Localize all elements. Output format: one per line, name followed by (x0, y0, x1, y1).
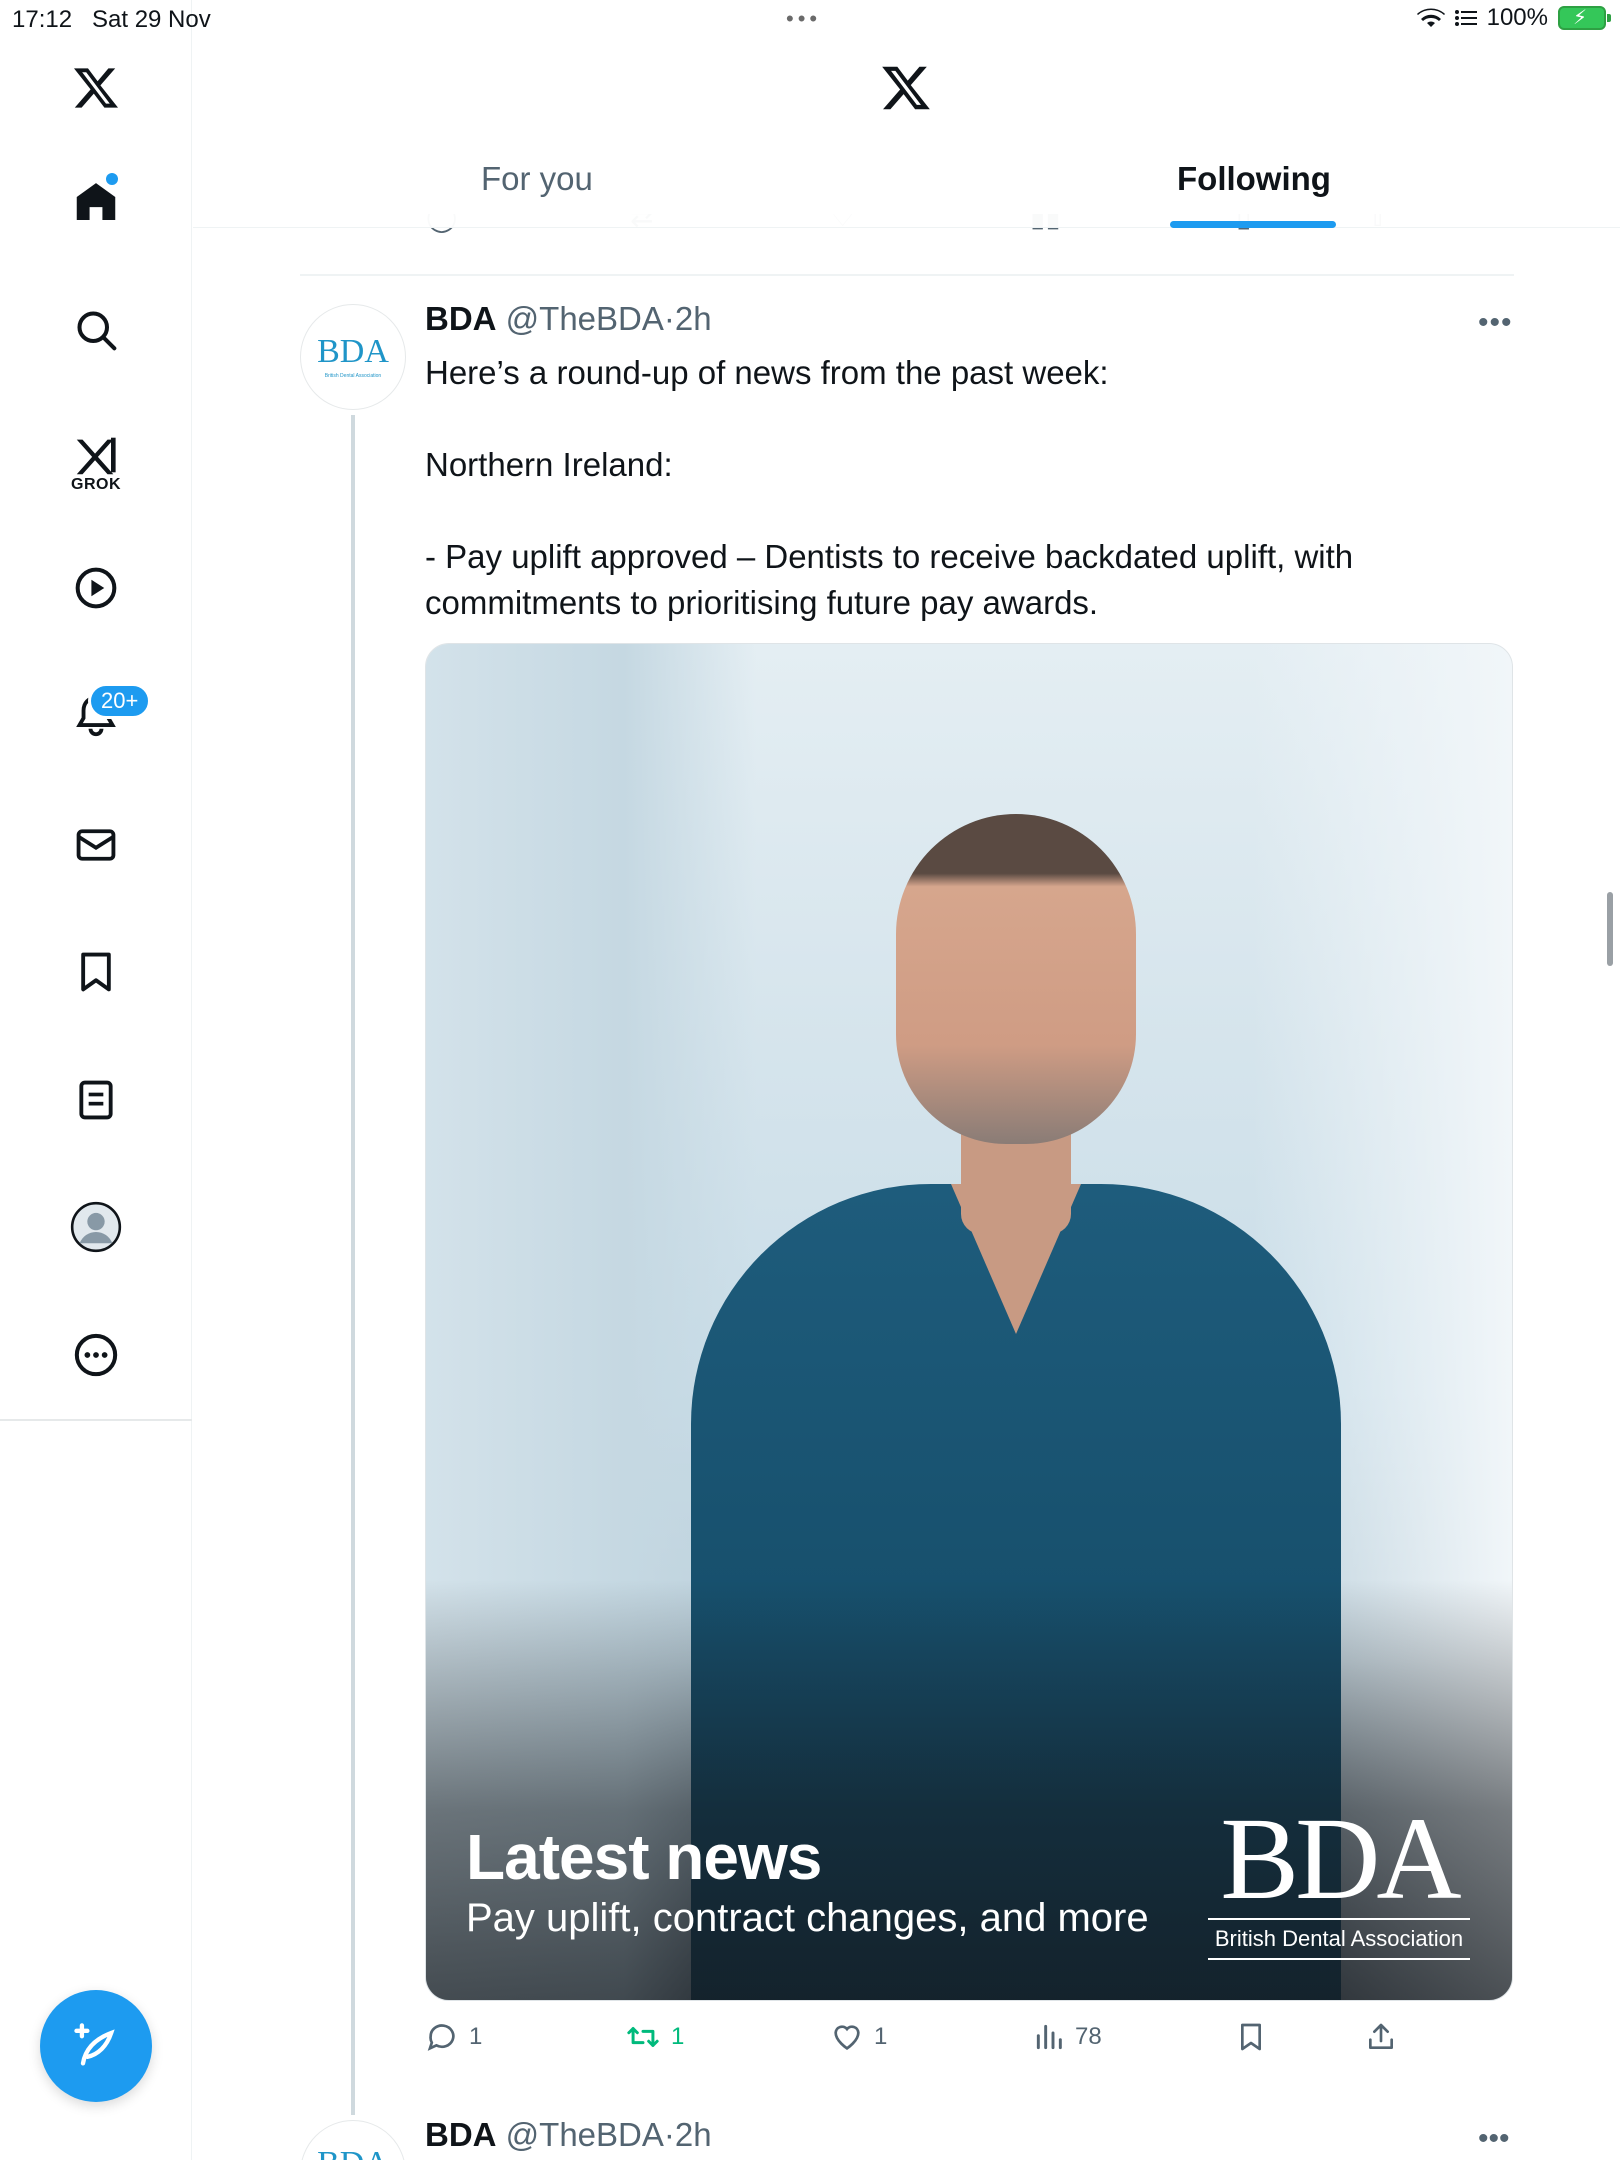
compose-button[interactable] (40, 1990, 152, 2102)
next-tweet-dot-separator: · (663, 2116, 675, 2153)
share-icon (1369, 2023, 1393, 2049)
compose-icon (74, 2023, 115, 2066)
like-count: 1 (874, 2023, 888, 2050)
battery-icon: ⚡ (1558, 6, 1611, 30)
nav-divider (0, 1419, 192, 1421)
avatar-logo-text: BDA (317, 333, 389, 370)
repost-count: 1 (671, 2023, 685, 2050)
next-tweet-author-handle[interactable]: @TheBDA (506, 2116, 664, 2153)
next-tweet-avatar[interactable]: BDA (300, 2120, 406, 2160)
reply-count: 1 (469, 2023, 483, 2050)
reply-icon (427, 2024, 455, 2051)
tweet-text-line (425, 396, 1435, 442)
tab-for-you[interactable]: For you (481, 160, 593, 198)
play-icon (75, 567, 117, 609)
tweet-text-line: Northern Ireland: (425, 446, 673, 483)
share-button[interactable] (1365, 2020, 1397, 2054)
search-icon (77, 311, 117, 351)
tab-following[interactable]: Following (1177, 160, 1331, 198)
sidebar-item-messages[interactable] (56, 805, 136, 885)
status-date: Sat 29 Nov (92, 6, 211, 33)
tweet-more-icon[interactable]: ••• (1478, 306, 1513, 340)
tweet-text-line (425, 488, 1435, 534)
x-logo-icon[interactable] (56, 48, 136, 128)
tweet-separator (300, 274, 1514, 276)
tweet-avatar[interactable]: BDA British Dental Association (300, 304, 406, 410)
x-logo-header-icon[interactable] (879, 62, 933, 119)
heart-icon (834, 2025, 860, 2050)
list-icon (79, 1080, 113, 1120)
media-logo-rule (1208, 1958, 1470, 1960)
next-avatar-logo-text: BDA (317, 2145, 389, 2160)
status-time: 17:12 (12, 6, 73, 33)
tweet-author-name[interactable]: BDA (425, 300, 497, 337)
scrollbar-thumb[interactable] (1607, 892, 1613, 966)
sidebar-item-profile[interactable] (56, 1187, 136, 1267)
tweet-media-image[interactable]: Latest news Pay uplift, contract changes… (425, 643, 1513, 2001)
reply-button[interactable]: 1 (425, 2020, 482, 2054)
views-icon (1036, 2024, 1062, 2050)
sidebar-item-home[interactable] (56, 162, 136, 242)
tweet-author-handle[interactable]: @TheBDA (506, 300, 664, 337)
home-unread-dot (106, 173, 118, 185)
media-logo-big: BDA (1220, 1793, 1461, 1924)
repost-icon (627, 2027, 659, 2047)
media-logo-small: British Dental Association (1214, 1926, 1464, 1951)
views-count: 78 (1075, 2023, 1102, 2050)
bookmark-icon (1241, 2023, 1261, 2051)
next-tweet-author-name[interactable]: BDA (425, 2116, 497, 2153)
tweet-text-line: - Pay uplift approved – Dentists to rece… (425, 538, 1354, 621)
next-tweet-header: BDA @TheBDA·2h (425, 2116, 712, 2154)
sidebar-nav: GROK 20+ (0, 0, 192, 2160)
tweet-actions: 1 1 1 78 (425, 2020, 1515, 2066)
wifi-icon (1416, 8, 1445, 27)
sidebar-item-more[interactable] (56, 1315, 136, 1395)
tweet-dot-separator: · (663, 300, 675, 337)
sidebar-item-search[interactable] (56, 290, 136, 370)
tweet-header: BDA @TheBDA·2h (425, 300, 712, 338)
like-button[interactable]: 1 (830, 2020, 887, 2054)
battery-percent: 100% (1486, 4, 1548, 31)
media-title: Latest news (466, 1821, 822, 1893)
repost-button[interactable]: 1 (625, 2020, 684, 2054)
sidebar-item-lists[interactable] (56, 1060, 136, 1140)
media-subtitle: Pay uplift, contract changes, and more (466, 1896, 1149, 1940)
sidebar-item-bookmarks[interactable] (56, 932, 136, 1012)
multitasking-dots-icon[interactable]: ••• (786, 6, 821, 32)
mail-icon (76, 829, 116, 861)
media-person-vneck (951, 1184, 1081, 1334)
tweet-time[interactable]: 2h (675, 300, 712, 337)
notifications-badge: 20+ (88, 683, 152, 719)
sidebar-item-video[interactable] (56, 548, 136, 628)
media-person-head (896, 814, 1136, 1144)
list-status-icon (1454, 10, 1477, 26)
bookmark-icon (81, 952, 111, 992)
tweet-text: Here’s a round-up of news from the past … (425, 350, 1435, 626)
next-tweet-more-icon[interactable]: ••• (1478, 2122, 1510, 2156)
avatar-logo-subtext: British Dental Association (324, 373, 382, 379)
tweet-text-line: Here’s a round-up of news from the past … (425, 354, 1109, 391)
grok-icon (76, 437, 116, 475)
grok-label: GROK (71, 476, 121, 493)
views-button[interactable]: 78 (1033, 2020, 1102, 2054)
status-bar: 17:12 Sat 29 Nov ••• 100% ⚡ (0, 0, 1620, 40)
bookmark-button[interactable] (1235, 2020, 1267, 2054)
thread-line (351, 415, 355, 2115)
next-tweet-time[interactable]: 2h (675, 2116, 712, 2153)
more-icon (74, 1333, 118, 1377)
avatar-icon (70, 1201, 122, 1253)
active-tab-indicator (1170, 221, 1336, 228)
home-icon (76, 183, 116, 220)
media-bda-logo: BDA British Dental Association (1208, 1793, 1470, 1964)
